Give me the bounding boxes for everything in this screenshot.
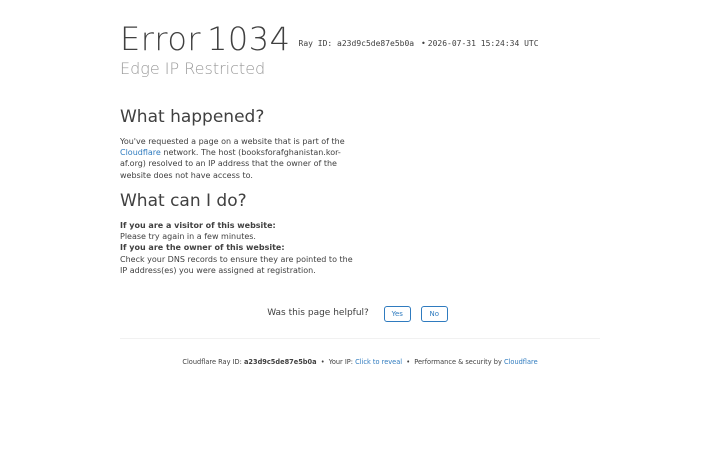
feedback-no-button[interactable]: No — [420, 306, 448, 322]
footer-perf-prefix: Performance & security by — [414, 358, 502, 366]
error-subtitle: Edge IP Restricted — [120, 59, 266, 78]
timestamp: 2026-07-31 15:24:34 UTC — [427, 39, 539, 48]
what-can-i-do-section: What can I do? If you are a visitor of t… — [120, 190, 360, 276]
title-row: Error 1034 Ray ID: a23d9c5de87e5b0a • 2026… — [120, 20, 539, 58]
error-code: 1034 — [207, 20, 291, 58]
feedback-yes-button[interactable]: Yes — [383, 306, 411, 322]
footer-divider — [120, 338, 600, 339]
what-happened-section: What happened? You've requested a page o… — [120, 106, 360, 181]
ray-meta: Ray ID: a23d9c5de87e5b0a • 2026-07-31 15:… — [299, 39, 539, 48]
footer-cloudflare-link[interactable]: Cloudflare — [504, 358, 538, 366]
error-header: Error 1034 Ray ID: a23d9c5de87e5b0a • 2026… — [120, 20, 539, 80]
what-can-i-do-heading: What can I do? — [120, 191, 247, 211]
visitor-label: If you are a visitor of this website: — [120, 221, 276, 230]
visitor-text: Please try again in a few minutes. — [120, 232, 256, 242]
what-happened-text-1: You've requested a page on a website tha… — [120, 137, 345, 146]
feedback-question: Was this page helpful? — [267, 308, 369, 318]
reveal-ip-link[interactable]: Click to reveal — [355, 358, 402, 366]
feedback-bar: Was this page helpful? Yes No — [0, 306, 720, 322]
footer: Cloudflare Ray ID: a23d9c5de87e5b0a • Yo… — [0, 358, 720, 366]
error-word: Error — [120, 20, 202, 58]
what-happened-text: You've requested a page on a website tha… — [120, 136, 360, 181]
footer-ray-id: a23d9c5de87e5b0a — [243, 358, 317, 366]
ray-label: Ray ID: — [298, 39, 333, 48]
cloudflare-link[interactable]: Cloudflare — [120, 148, 161, 157]
error-title: Error 1034 — [120, 20, 291, 58]
footer-ray-prefix: Cloudflare Ray ID: — [182, 358, 242, 366]
meta-separator: • — [420, 39, 426, 48]
error-page: Error 1034 Ray ID: a23d9c5de87e5b0a • 2026… — [0, 0, 720, 450]
what-happened-heading: What happened? — [120, 107, 265, 127]
footer-ip-prefix: Your IP: — [328, 358, 354, 366]
owner-text: Check your DNS records to ensure they ar… — [120, 254, 353, 275]
ray-id: a23d9c5de87e5b0a — [337, 39, 415, 48]
footer-separator: • — [320, 358, 325, 366]
owner-label: If you are the owner of this website: — [120, 243, 285, 253]
footer-separator: • — [406, 358, 411, 366]
